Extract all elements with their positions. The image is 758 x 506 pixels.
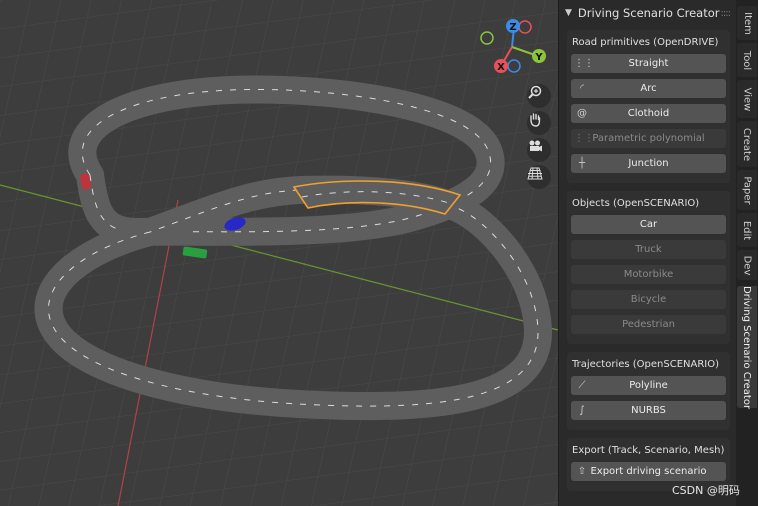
tab-dev[interactable]: Dev (737, 250, 757, 280)
motorbike-button[interactable]: Motorbike (571, 265, 726, 284)
navigation-gizmo[interactable]: Z Y X (474, 16, 550, 78)
clothoid-button[interactable]: @ Clothoid (571, 104, 726, 123)
hand-icon (530, 113, 541, 127)
watermark: CSDN @明码 (672, 484, 740, 497)
sidebar-panel: ▼ Driving Scenario Creator :::: Road pri… (558, 0, 736, 506)
zoom-icon (528, 85, 542, 99)
camera-view-button[interactable] (527, 138, 551, 162)
pan-view-button[interactable] (527, 111, 551, 135)
junction-button[interactable]: ┼ Junction (571, 154, 726, 173)
panel-title: Driving Scenario Creator (577, 6, 720, 20)
export-icon: ⇧ (577, 466, 587, 477)
polyline-button[interactable]: ⟋ Polyline (571, 376, 726, 395)
road-clothoid-icon: @ (577, 108, 587, 119)
tab-item[interactable]: Item (737, 6, 757, 40)
tab-edit[interactable]: Edit (737, 213, 757, 247)
road-arc-icon: ◜ (580, 83, 584, 94)
toggle-perspective-button[interactable] (527, 165, 551, 189)
polyline-icon: ⟋ (578, 380, 586, 391)
collapse-triangle-icon[interactable]: ▼ (565, 8, 572, 18)
drag-grip-icon[interactable]: :::: (721, 8, 732, 19)
parametric-polynomial-button[interactable]: ⋮⋮ Parametric polynomial (571, 129, 726, 148)
truck-button[interactable]: Truck (571, 240, 726, 259)
3d-viewport[interactable]: Z Y X (0, 0, 558, 506)
camera-icon (529, 140, 542, 152)
road-primitives-section: Road primitives (OpenDRIVE) ⋮⋮ Straight ◜… (567, 30, 730, 183)
road-parampoly-icon: ⋮⋮ (574, 133, 594, 144)
x-axis-label: X (497, 62, 505, 73)
tab-paper[interactable]: Paper (737, 170, 757, 210)
pedestrian-button[interactable]: Pedestrian (571, 315, 726, 334)
arc-button[interactable]: ◜ Arc (571, 79, 726, 98)
objects-section: Objects (OpenSCENARIO) Car Truck Motorbi… (567, 191, 730, 344)
section-title: Trajectories (OpenSCENARIO) (572, 359, 720, 370)
panel-header[interactable]: ▼ Driving Scenario Creator :::: (559, 0, 736, 26)
grid-icon (527, 167, 543, 180)
trajectories-section: Trajectories (OpenSCENARIO) ⟋ Polyline ∫ N… (567, 352, 730, 430)
tab-view[interactable]: View (737, 80, 757, 118)
z-axis-label: Z (509, 22, 516, 33)
y-axis-label: Y (534, 52, 543, 63)
section-title: Objects (OpenSCENARIO) (572, 198, 700, 209)
straight-button[interactable]: ⋮⋮ Straight (571, 54, 726, 73)
road-junction-icon: ┼ (578, 158, 586, 169)
nurbs-icon: ∫ (579, 405, 585, 416)
car-button[interactable]: Car (571, 215, 726, 234)
neg-x-handle[interactable] (518, 20, 532, 34)
neg-z-handle[interactable] (507, 59, 521, 73)
section-title: Export (Track, Scenario, Mesh) (572, 445, 725, 456)
tab-create[interactable]: Create (737, 121, 757, 167)
tab-driving-scenario-creator[interactable]: Driving Scenario Creator (737, 285, 757, 409)
nurbs-button[interactable]: ∫ NURBS (571, 401, 726, 420)
neg-y-handle[interactable] (480, 31, 494, 45)
sidebar-tabs: Item Tool View Create Paper Edit Dev Dri… (736, 0, 758, 506)
export-driving-scenario-button[interactable]: ⇧ Export driving scenario (571, 462, 726, 481)
road-straight-icon: ⋮⋮ (574, 58, 594, 69)
bicycle-button[interactable]: Bicycle (571, 290, 726, 309)
section-title: Road primitives (OpenDRIVE) (572, 37, 719, 48)
zoom-view-button[interactable] (527, 84, 551, 108)
tab-tool[interactable]: Tool (737, 43, 757, 77)
